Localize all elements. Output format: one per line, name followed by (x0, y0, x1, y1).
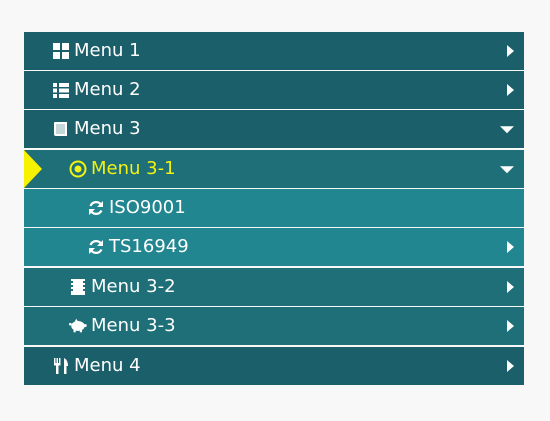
refresh-icon (87, 238, 105, 256)
piggy-bank-icon (69, 317, 87, 335)
chevron-right-icon (507, 360, 514, 372)
menu-item-label: Menu 3-3 (91, 315, 176, 336)
menu-item-menu-3-1[interactable]: Menu 3-1 (24, 150, 524, 188)
film-icon (69, 278, 87, 296)
chevron-right-icon (507, 45, 514, 57)
target-icon (69, 160, 87, 178)
cutlery-icon (52, 357, 70, 375)
menu-item-menu-3-3[interactable]: Menu 3-3 (24, 307, 524, 345)
menu-item-label: TS16949 (109, 236, 189, 257)
menu-item-label: Menu 3-1 (91, 158, 176, 179)
menu-item-label: Menu 2 (74, 79, 141, 100)
chevron-down-icon (500, 126, 514, 134)
menu-item-label: Menu 1 (74, 40, 141, 61)
refresh-icon (87, 199, 105, 217)
menu-item-label: Menu 4 (74, 355, 141, 376)
sidebar-menu: Menu 1 Menu 2 Menu 3 Menu 3-1 ISO9001 TS… (24, 32, 524, 385)
menu-item-label: ISO9001 (109, 197, 186, 218)
chevron-down-icon (500, 166, 514, 174)
menu-item-iso9001[interactable]: ISO9001 (24, 189, 524, 227)
menu-item-menu-2[interactable]: Menu 2 (24, 71, 524, 109)
list-icon (52, 81, 70, 99)
chevron-right-icon (507, 320, 514, 332)
active-indicator (24, 150, 42, 188)
chevron-right-icon (507, 241, 514, 253)
th-large-icon (52, 42, 70, 60)
menu-item-ts16949[interactable]: TS16949 (24, 228, 524, 266)
chevron-right-icon (507, 281, 514, 293)
chevron-right-icon (507, 84, 514, 96)
menu-item-menu-3-2[interactable]: Menu 3-2 (24, 268, 524, 306)
menu-item-menu-4[interactable]: Menu 4 (24, 347, 524, 385)
menu-item-menu-1[interactable]: Menu 1 (24, 32, 524, 70)
menu-item-label: Menu 3 (74, 118, 141, 139)
menu-item-menu-3[interactable]: Menu 3 (24, 110, 524, 148)
menu-item-label: Menu 3-2 (91, 276, 176, 297)
book-icon (52, 120, 70, 138)
